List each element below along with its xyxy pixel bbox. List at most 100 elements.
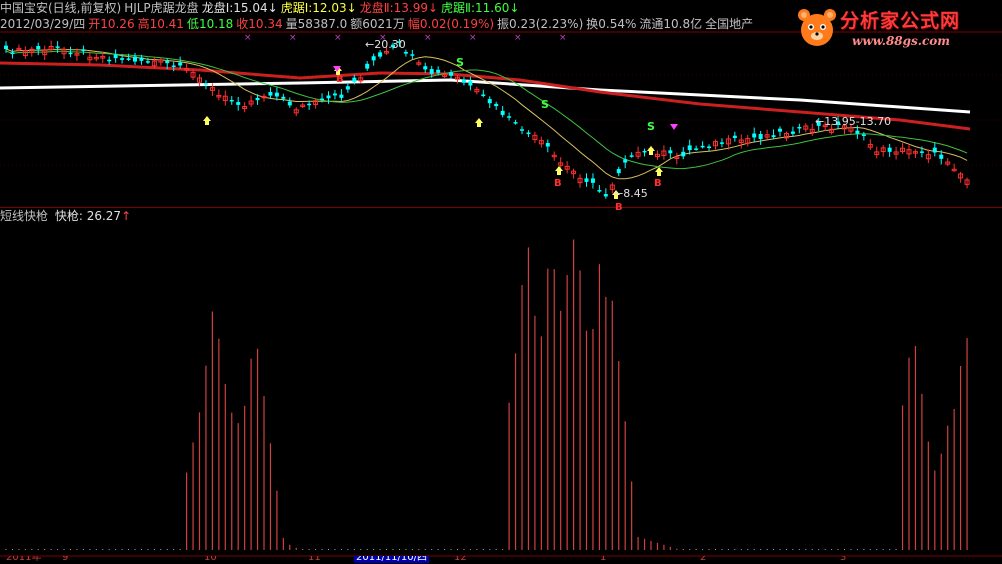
histogram-dot <box>850 549 852 550</box>
histogram-dot <box>102 549 104 550</box>
histogram-dot <box>824 549 826 550</box>
histogram-dot <box>863 549 865 550</box>
histogram-dot <box>37 549 39 550</box>
histogram-dot <box>463 549 465 550</box>
candle-body <box>274 92 279 97</box>
candle-body <box>68 52 73 55</box>
cross-marker: × <box>424 33 432 43</box>
candle-body <box>855 130 860 134</box>
histogram-dot <box>482 549 484 550</box>
candle-body <box>236 102 241 105</box>
cross-marker: × <box>244 33 252 43</box>
histogram-dot <box>108 549 110 550</box>
axis-selected-date: 2011/11/10/四 <box>354 556 430 563</box>
histogram-dot <box>844 549 845 550</box>
down-arrow-icon <box>670 124 678 130</box>
candle-body <box>778 128 782 132</box>
histogram-dot <box>95 549 97 550</box>
candle-body <box>326 95 331 99</box>
histogram-dot <box>747 549 749 550</box>
histogram-dot <box>766 549 768 550</box>
quote-item-7: 幅0.02(0.19%) <box>407 17 495 31</box>
quote-item-9: 换0.54% <box>586 17 637 31</box>
histogram-dot <box>50 549 52 550</box>
histogram-dot <box>876 549 878 550</box>
histogram-dot <box>315 549 317 550</box>
candle-body <box>113 54 118 59</box>
histogram-dot <box>882 549 884 550</box>
moving-average-lines <box>0 48 971 180</box>
histogram-dot <box>140 549 142 550</box>
candle-body <box>520 129 524 131</box>
candle-body <box>120 58 125 60</box>
candle-body <box>436 69 441 73</box>
histogram-dot <box>31 549 33 550</box>
candle-body <box>55 46 60 48</box>
candle-body <box>790 131 795 134</box>
histogram-dot <box>11 549 13 550</box>
subpanel-header: 短线快枪 快枪: 26.27↑ <box>0 208 131 224</box>
candle-body <box>681 151 686 157</box>
indicator-item-5: 虎踞Ⅱ:11.60↓ <box>441 1 520 15</box>
histogram-dot <box>418 549 420 550</box>
candle-body <box>229 99 234 102</box>
axis-label: 2 <box>700 556 707 563</box>
quote-item-3: 低10.18 <box>186 17 234 31</box>
bear-mascot-icon <box>798 9 836 46</box>
candle-body <box>320 98 325 101</box>
low-price-label: ←8.45 <box>614 187 648 200</box>
up-arrow-icon <box>475 118 483 127</box>
histogram-dot <box>702 549 704 550</box>
candle-body <box>81 49 86 52</box>
candle-body <box>10 52 15 55</box>
candle-body <box>410 54 415 56</box>
histogram-dot <box>444 549 446 550</box>
histogram-dot <box>302 549 304 550</box>
histogram-dot <box>89 549 91 550</box>
quote-item-1: 开10.26 <box>88 17 135 31</box>
subpanel-name[interactable]: 短线快枪 <box>0 209 48 223</box>
sell-signal: S <box>456 56 464 69</box>
site-logo: 分析家公式网 www.88gs.com <box>794 4 994 52</box>
axis-label: 11 <box>308 556 321 563</box>
histogram-dot <box>334 549 336 550</box>
fast-gun-histogram <box>5 239 968 550</box>
sell-signal: S <box>647 120 655 133</box>
histogram-dot <box>128 549 130 550</box>
indicator-item-1: HJLP虎踞龙盘 <box>124 1 199 15</box>
candle-body <box>449 72 454 76</box>
histogram-dot <box>147 549 149 550</box>
candle-body <box>352 77 357 82</box>
candle-body <box>597 190 602 192</box>
up-arrow-icon: ↑ <box>121 209 132 223</box>
histogram-dot <box>57 549 59 550</box>
up-arrow-icon <box>647 146 655 155</box>
histogram-dot <box>166 549 168 550</box>
candle-body <box>307 103 312 106</box>
histogram-dot <box>392 549 394 550</box>
histogram-dot <box>450 549 452 550</box>
histogram-dot <box>773 549 775 550</box>
quote-item-11: 全国地产 <box>705 17 754 31</box>
cross-marker: × <box>334 33 342 43</box>
histogram-dot <box>682 549 684 550</box>
subpanel-value: 快枪: 26.27 <box>54 209 122 223</box>
histogram-dot <box>379 549 381 550</box>
candle-body <box>616 168 621 174</box>
buy-signal: B <box>554 178 562 189</box>
histogram-dot <box>328 549 329 550</box>
logo-url: www.88gs.com <box>852 34 950 48</box>
histogram-dot <box>785 549 787 550</box>
indicator-header: 中国宝安(日线,前复权) HJLP虎踞龙盘 龙盘Ⅰ:15.04↓ 虎踞Ⅰ:12.03↓… <box>0 0 522 16</box>
histogram-dot <box>734 549 736 550</box>
candle-body <box>203 83 208 85</box>
chart-canvas[interactable]: SSSBBBB× × × × × × × ×←20.30←8.45←13.95-13.70 <box>0 0 1002 564</box>
axis-label: 9 <box>62 556 69 563</box>
candle-body <box>178 62 183 66</box>
candle-body <box>268 92 273 96</box>
histogram-dot <box>708 549 710 550</box>
axis-label: 2011年 <box>6 556 42 563</box>
histogram-dot <box>798 549 800 550</box>
candle-body <box>623 159 628 163</box>
candle-body <box>887 147 892 152</box>
